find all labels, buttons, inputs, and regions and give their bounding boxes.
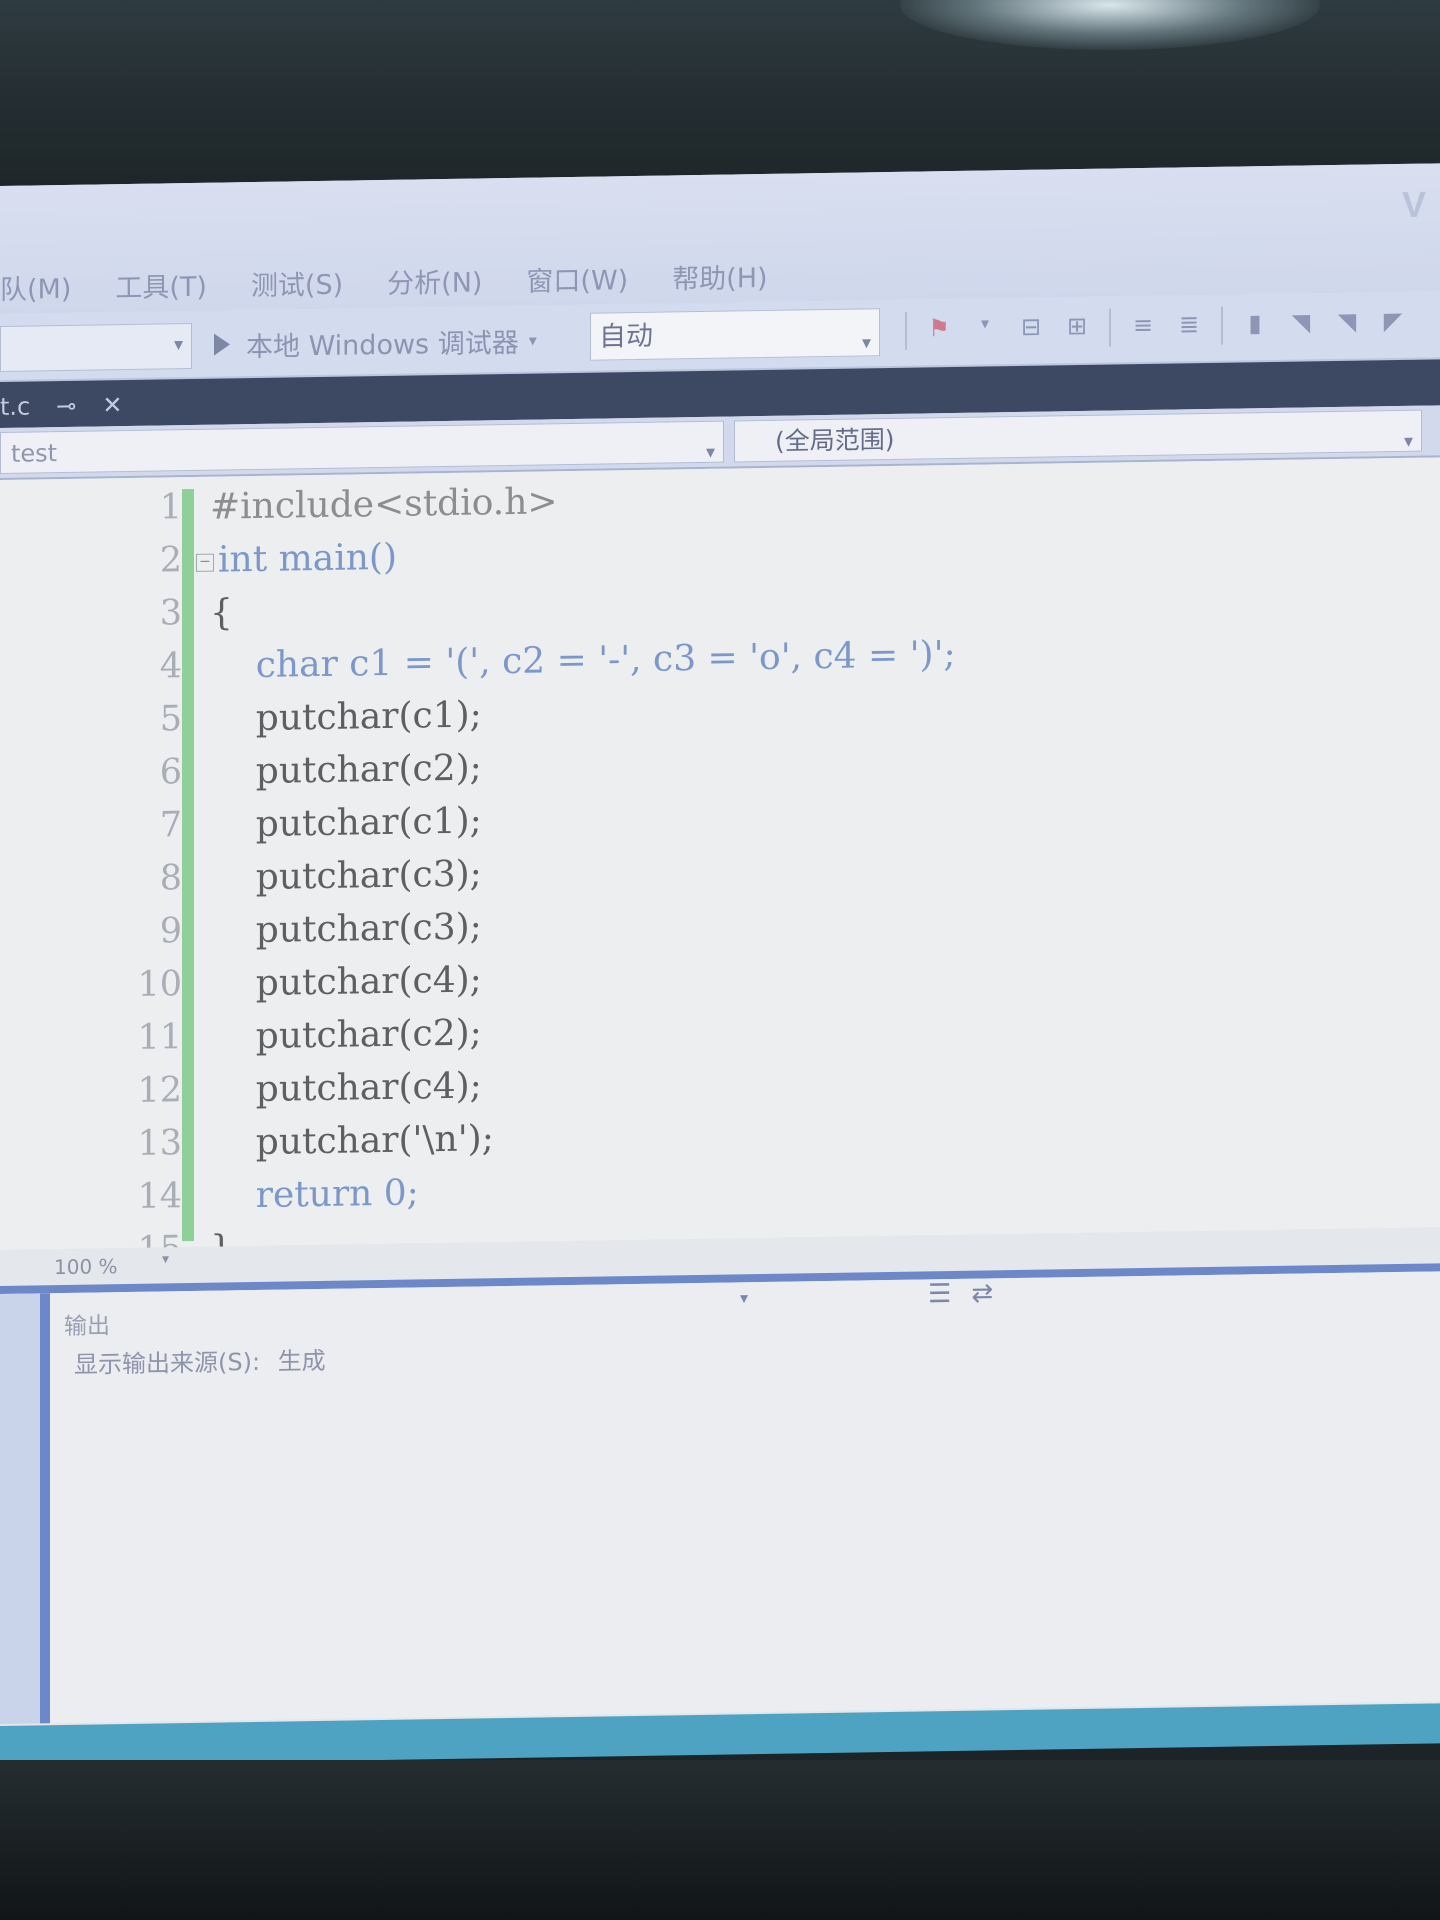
clear-all-icon[interactable]: ☰ [928, 1279, 951, 1309]
line-number-gutter: 1 2 3 4 5 6 7 8 9 10 11 12 13 14 15 [60, 487, 190, 1284]
comment-icon[interactable]: ≡ [1129, 311, 1157, 343]
chevron-down-icon[interactable]: ▾ [740, 1288, 748, 1307]
line-number: 2 [159, 540, 182, 581]
line-number: 8 [159, 858, 182, 899]
output-panel: 输出 显示输出来源(S): 生成 ▾ ☰ ⇄ [40, 1271, 1440, 1724]
menu-item-team[interactable]: 队(M) [0, 266, 99, 307]
code-editor[interactable]: 1 2 3 4 5 6 7 8 9 10 11 12 13 14 15 #inc… [0, 457, 1440, 1270]
toolbar-separator [1221, 306, 1223, 345]
document-tab[interactable]: t.c ⊸ ✕ [0, 386, 122, 426]
chevron-down-icon[interactable]: ▾ [971, 313, 999, 345]
output-source-label: 显示输出来源(S): [74, 1347, 261, 1379]
chevron-down-icon[interactable]: ▾ [162, 1251, 169, 1267]
menu-item-tools[interactable]: 工具(T) [115, 264, 235, 305]
window-side-panel [0, 1293, 40, 1724]
find-icon[interactable]: ⚑ [925, 314, 953, 346]
menu-item-window[interactable]: 窗口(W) [526, 258, 656, 299]
line-number: 9 [159, 911, 182, 952]
line-number: 3 [159, 593, 182, 634]
scope-value: (全局范围) [775, 424, 895, 456]
collapse-icon[interactable]: − [196, 553, 214, 572]
output-source-selector[interactable]: 显示输出来源(S): 生成 [74, 1341, 326, 1380]
next-bookmark-icon[interactable]: ◥ [1333, 308, 1361, 340]
chevron-down-icon: ▾ [1403, 430, 1413, 452]
toolbar-separator [1109, 308, 1111, 347]
outdent-icon[interactable]: ⊞ [1063, 312, 1091, 344]
toolbar-separator [905, 311, 907, 350]
scope-dropdown[interactable]: (全局范围) ▾ [734, 409, 1422, 463]
toolbar-icons: ⚑ ▾ ⊟ ⊞ ≡ ≣ ▮ ◥ ◥ ◤ [905, 304, 1407, 350]
tab-title: t.c [0, 392, 31, 421]
chevron-down-icon: ▾ [861, 332, 871, 354]
line-number: 12 [137, 1070, 182, 1111]
chevron-down-icon: ▾ [705, 441, 715, 463]
menu-items: 队(M) 工具(T) 测试(S) 分析(N) 窗口(W) 帮助(H) [0, 255, 812, 307]
project-name: test [11, 439, 58, 468]
change-tracking-bar [182, 488, 194, 1242]
word-wrap-icon[interactable]: ⇄ [971, 1278, 993, 1308]
clear-bookmarks-icon[interactable]: ◤ [1379, 307, 1407, 339]
chevron-down-icon: ▾ [173, 334, 183, 356]
line-number: 11 [137, 1017, 182, 1058]
menu-item-help[interactable]: 帮助(H) [672, 256, 795, 297]
line-number: 10 [137, 964, 182, 1005]
run-label: 本地 Windows 调试器 [246, 327, 519, 363]
brand-logo: V [1401, 183, 1426, 225]
menu-item-analyze[interactable]: 分析(N) [387, 260, 510, 301]
line-number: 6 [159, 752, 182, 793]
output-toolbar: ▾ ☰ ⇄ [740, 1278, 993, 1312]
line-number: 7 [159, 805, 182, 846]
line-number: 13 [137, 1123, 182, 1164]
solution-config-dropdown[interactable]: 自动 ▾ [590, 308, 880, 361]
bookmark-icon[interactable]: ▮ [1241, 309, 1269, 341]
solution-config-value: 自动 [599, 320, 653, 353]
uncomment-icon[interactable]: ≣ [1175, 310, 1203, 342]
output-source-value[interactable]: 生成 [278, 1347, 326, 1376]
line-number: 14 [137, 1176, 182, 1217]
monitor-bezel-top [0, 0, 1440, 190]
code-line[interactable]: int main() [218, 537, 397, 581]
pin-icon[interactable]: ⊸ [56, 392, 76, 420]
prev-bookmark-icon[interactable]: ◥ [1287, 308, 1315, 340]
line-number: 1 [159, 487, 182, 528]
line-number: 4 [159, 646, 182, 687]
ide-window: V 队(M) 工具(T) 测试(S) 分析(N) 窗口(W) 帮助(H) ▾ 本… [0, 163, 1440, 1766]
monitor-bezel-bottom [0, 1760, 1440, 1920]
build-config-dropdown[interactable]: ▾ [0, 322, 192, 372]
project-dropdown[interactable]: test ▾ [0, 420, 724, 474]
chevron-down-icon[interactable]: ▾ [529, 330, 537, 349]
line-number: 5 [159, 699, 182, 740]
close-icon[interactable]: ✕ [102, 391, 122, 419]
zoom-level[interactable]: 100 % [54, 1254, 118, 1279]
start-debugger-button[interactable]: 本地 Windows 调试器 ▾ [214, 320, 537, 365]
menu-bar: V 队(M) 工具(T) 测试(S) 分析(N) 窗口(W) 帮助(H) [0, 163, 1440, 314]
menu-item-test[interactable]: 测试(S) [251, 262, 371, 303]
indent-icon[interactable]: ⊟ [1017, 313, 1045, 345]
play-icon [214, 333, 230, 356]
screen-glare [900, 0, 1320, 50]
code-lines[interactable]: #include<stdio.h> − int main() { char c1 … [196, 475, 956, 1282]
output-panel-title: 输出 [64, 1313, 110, 1340]
